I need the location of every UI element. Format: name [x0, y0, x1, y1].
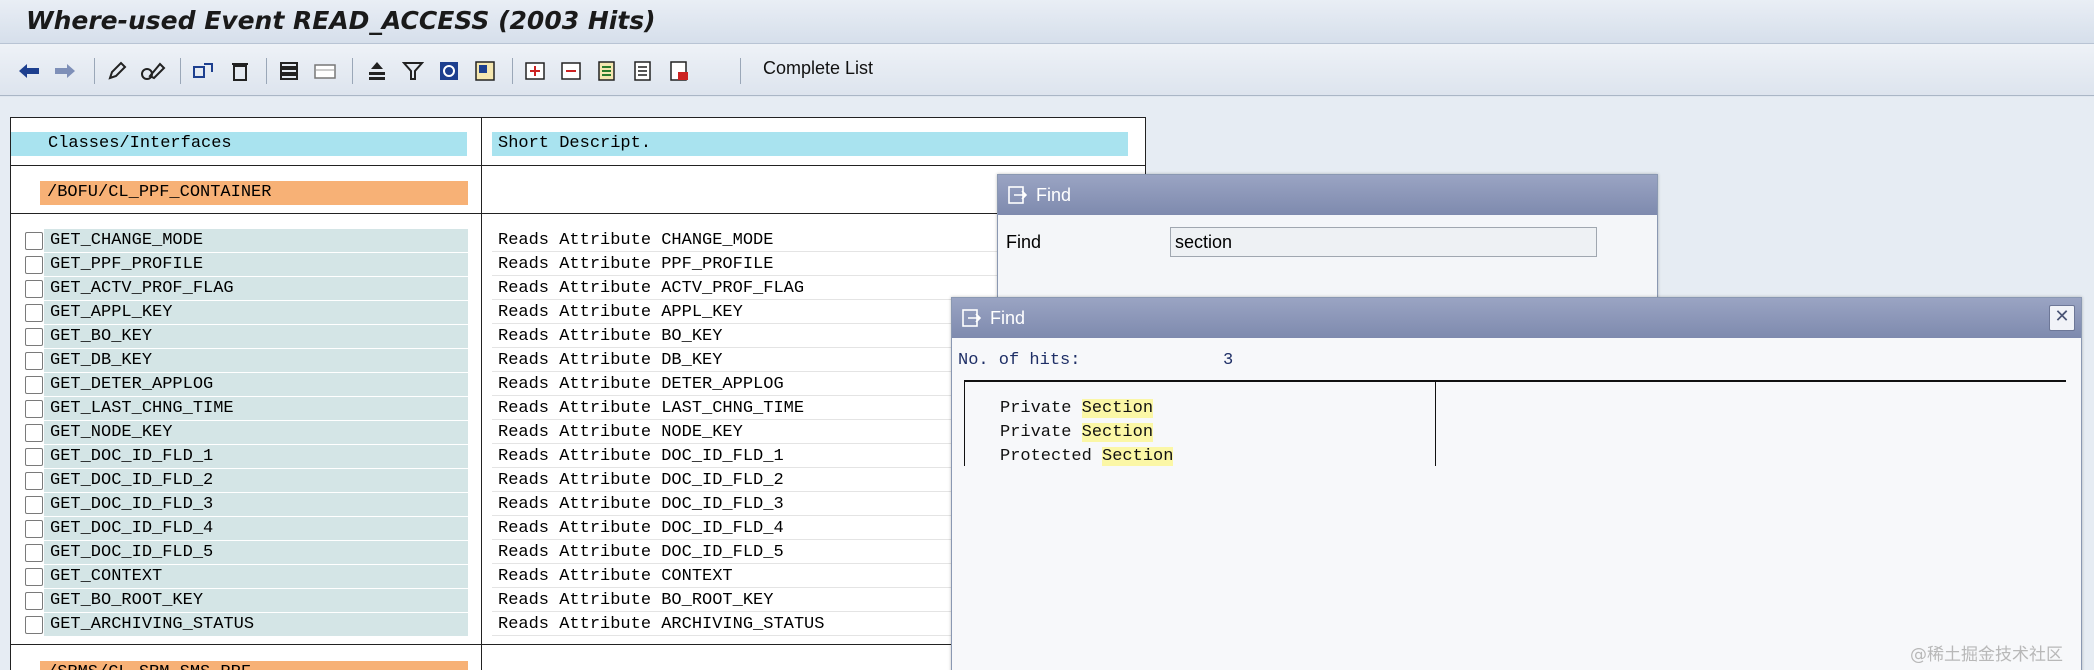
row-checkbox[interactable]: [25, 496, 43, 514]
method-name: GET_PPF_PROFILE: [44, 253, 468, 276]
row-checkbox[interactable]: [25, 256, 43, 274]
method-name: GET_BO_ROOT_KEY: [44, 589, 468, 612]
row-checkbox[interactable]: [25, 232, 43, 250]
find-window-icon: [962, 309, 982, 327]
method-name: GET_BO_KEY: [44, 325, 468, 348]
application-toolbar: [0, 44, 2094, 96]
expand-icon[interactable]: [522, 58, 548, 84]
method-name: GET_LAST_CHNG_TIME: [44, 397, 468, 420]
export-icon[interactable]: [472, 58, 498, 84]
sort-ascending-icon[interactable]: [364, 58, 390, 84]
find-dialog: Find Find section: [997, 174, 1658, 309]
class-name[interactable]: /BOFU/CL_PPF_CONTAINER: [40, 181, 468, 205]
method-name: GET_DB_KEY: [44, 349, 468, 372]
hit-match: Section: [1081, 423, 1154, 442]
hit-item[interactable]: Private Section: [1000, 423, 1154, 442]
row-checkbox[interactable]: [25, 448, 43, 466]
delete-icon[interactable]: [227, 58, 253, 84]
watermark: @稀土掘金技术社区: [1910, 645, 2063, 665]
forward-icon[interactable]: [52, 58, 78, 84]
table-row[interactable]: GET_CHANGE_MODE Reads Attribute CHANGE_MO…: [22, 229, 1148, 253]
print-icon[interactable]: [630, 58, 656, 84]
hit-match: Section: [1081, 399, 1154, 418]
filter-icon[interactable]: [400, 58, 426, 84]
window-title: Where-used Event READ_ACCESS (2003 Hits): [26, 6, 656, 35]
method-name: GET_DOC_ID_FLD_3: [44, 493, 468, 516]
row-checkbox[interactable]: [25, 400, 43, 418]
hit-prefix: Private: [1000, 399, 1072, 418]
hit-prefix: Protected: [1000, 447, 1092, 466]
method-name: GET_CONTEXT: [44, 565, 468, 588]
row-checkbox[interactable]: [25, 424, 43, 442]
collapse-icon[interactable]: [558, 58, 584, 84]
hit-match: Section: [1102, 447, 1174, 466]
row-checkbox[interactable]: [25, 304, 43, 322]
find-dialog-title: Find: [998, 175, 1657, 215]
row-checkbox[interactable]: [25, 376, 43, 394]
find-results-title: Find: [952, 298, 2081, 338]
hit-item[interactable]: Private Section: [1000, 399, 1154, 418]
method-name: GET_DOC_ID_FLD_4: [44, 517, 468, 540]
method-name: GET_DETER_APPLOG: [44, 373, 468, 396]
column-header-classes: Classes/Interfaces: [11, 132, 467, 156]
complete-list-button[interactable]: Complete List: [763, 58, 873, 79]
back-icon[interactable]: [16, 58, 42, 84]
row-checkbox[interactable]: [25, 328, 43, 346]
method-name: GET_ACTV_PROF_FLAG: [44, 277, 468, 300]
hit-prefix: Private: [1000, 423, 1072, 442]
detail-icon[interactable]: [594, 58, 620, 84]
row-checkbox[interactable]: [25, 616, 43, 634]
results-column-divider: [1435, 382, 1436, 466]
hits-count-label: No. of hits:: [958, 351, 1081, 370]
display-change-icon[interactable]: [140, 58, 166, 84]
column-header-description: Short Descript.: [492, 132, 1128, 156]
method-name: GET_DOC_ID_FLD_5: [44, 541, 468, 564]
row-checkbox[interactable]: [25, 280, 43, 298]
find-window-icon: [1008, 186, 1028, 204]
method-name: GET_ARCHIVING_STATUS: [44, 613, 468, 636]
method-name: GET_DOC_ID_FLD_2: [44, 469, 468, 492]
hits-count-value: 3: [1223, 351, 1234, 370]
refresh-icon[interactable]: [436, 58, 462, 84]
row-checkbox[interactable]: [25, 544, 43, 562]
row-checkbox[interactable]: [25, 520, 43, 538]
class-divider: [10, 213, 1146, 214]
row-checkbox[interactable]: [25, 568, 43, 586]
table-row[interactable]: GET_PPF_PROFILE Reads Attribute PPF_PROFI…: [22, 253, 1148, 277]
method-name: GET_DOC_ID_FLD_1: [44, 445, 468, 468]
row-checkbox[interactable]: [25, 352, 43, 370]
close-icon[interactable]: ✕: [2049, 305, 2075, 331]
method-name: GET_CHANGE_MODE: [44, 229, 468, 252]
find-input[interactable]: section: [1170, 227, 1597, 257]
where-used-icon[interactable]: [190, 58, 216, 84]
select-icon[interactable]: [276, 58, 302, 84]
hit-item[interactable]: Protected Section: [1000, 447, 1174, 466]
exit-icon[interactable]: [666, 58, 692, 84]
method-name: GET_NODE_KEY: [44, 421, 468, 444]
results-divider: [964, 380, 2066, 382]
title-bar: Where-used Event READ_ACCESS (2003 Hits): [0, 0, 2094, 44]
deselect-icon[interactable]: [312, 58, 338, 84]
row-checkbox[interactable]: [25, 472, 43, 490]
find-field-label: Find: [1006, 232, 1042, 252]
find-results-dialog: Find ✕ No. of hits: 3 Private Section Pri…: [951, 297, 2082, 670]
edit-icon[interactable]: [104, 58, 130, 84]
row-checkbox[interactable]: [25, 592, 43, 610]
next-class-name[interactable]: /SRMS/CL_SRM_SMS_PPF: [40, 661, 468, 670]
header-divider: [10, 165, 1146, 166]
results-border-left: [964, 382, 965, 466]
method-name: GET_APPL_KEY: [44, 301, 468, 324]
